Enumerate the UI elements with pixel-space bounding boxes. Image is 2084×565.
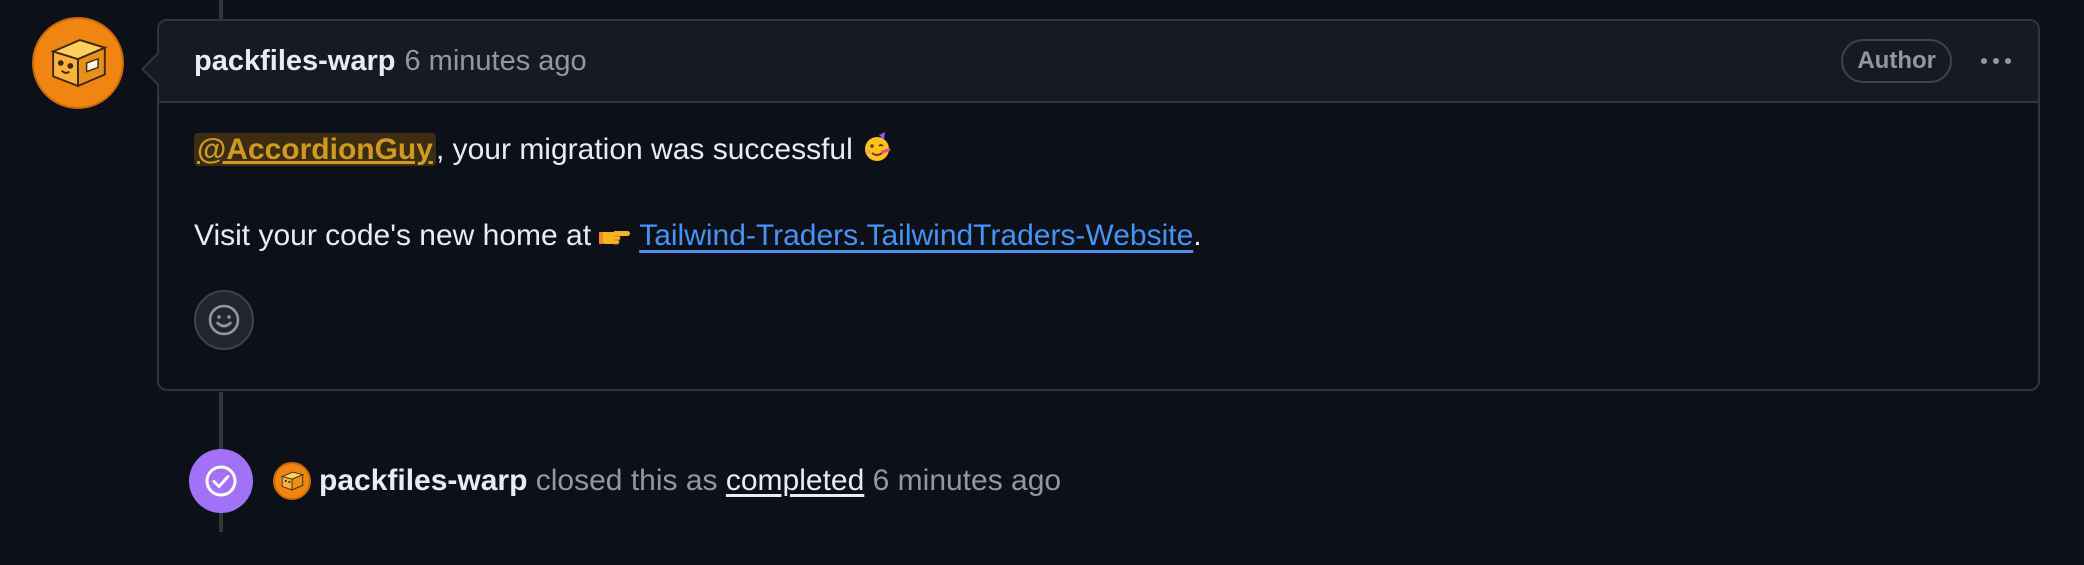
repository-link[interactable]: Tailwind-Traders.TailwindTraders-Website (639, 219, 1193, 252)
author-avatar[interactable] (32, 17, 124, 109)
comment-options-button[interactable] (1974, 46, 2018, 76)
timeline-line (219, 0, 223, 20)
comment-text: , your migration was successful (435, 133, 853, 166)
comment-header: packfiles-warp 6 minutes ago Author (159, 21, 2038, 103)
pointing-hand-icon (599, 221, 631, 261)
comment-paragraph: Visit your code's new home at Tailwind-T… (194, 216, 2003, 261)
check-circle-icon (189, 449, 253, 513)
author-badge: Author (1841, 39, 1952, 83)
partying-face-icon (861, 132, 893, 175)
comment-author-link[interactable]: packfiles-warp (194, 45, 395, 78)
box-mascot-icon (34, 19, 122, 107)
event-state-link[interactable]: completed (726, 464, 864, 497)
event-description: packfiles-warp closed this as completed … (319, 464, 1061, 498)
comment-header-actions: Author (1841, 39, 2018, 83)
comment-text: . (1193, 219, 1202, 252)
comment-timestamp-link[interactable]: 6 minutes ago (404, 45, 586, 78)
kebab-horizontal-icon (1993, 58, 1999, 64)
comment-body: @AccordionGuy, your migration was succes… (159, 103, 2038, 350)
issue-timeline: packfiles-warp 6 minutes ago Author @Acc… (0, 0, 2084, 565)
add-reaction-button[interactable] (194, 290, 254, 350)
event-action-text: closed this as (535, 464, 718, 497)
comment-box: packfiles-warp 6 minutes ago Author @Acc… (157, 19, 2040, 391)
box-mascot-icon (275, 464, 309, 498)
event-author-link[interactable]: packfiles-warp (319, 464, 527, 497)
event-author-avatar[interactable] (273, 462, 311, 500)
smiley-icon (208, 304, 240, 336)
comment-text: Visit your code's new home at (194, 219, 592, 252)
user-mention-link[interactable]: @AccordionGuy (194, 133, 436, 166)
event-timestamp-link[interactable]: 6 minutes ago (873, 464, 1061, 497)
kebab-horizontal-icon (1981, 58, 1987, 64)
comment-paragraph: @AccordionGuy, your migration was succes… (194, 130, 2003, 175)
closed-event: packfiles-warp closed this as completed … (189, 449, 1061, 513)
kebab-horizontal-icon (2005, 58, 2011, 64)
